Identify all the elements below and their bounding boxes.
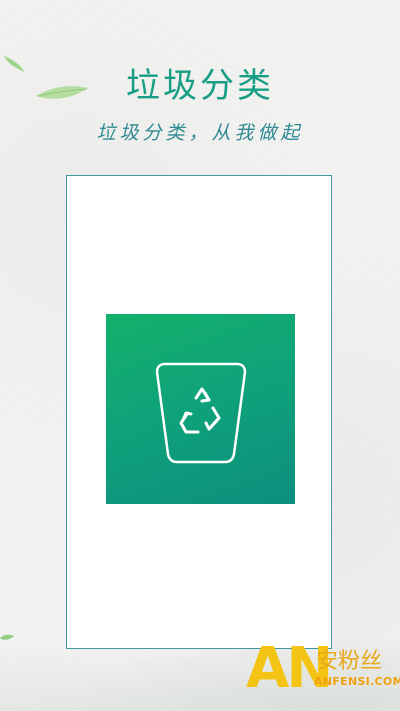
watermark-site-name: 安粉丝 xyxy=(316,649,383,674)
page-title: 垃圾分类 xyxy=(126,66,274,106)
watermark-domain: ANFENSI.COM xyxy=(314,675,400,688)
watermark-logo: AN 安粉丝 ANFENSI.COM xyxy=(246,641,400,703)
app-icon[interactable] xyxy=(106,314,295,504)
page-subtitle: 垃圾分类，从我做起 xyxy=(96,122,304,144)
recycle-bin-icon xyxy=(155,362,247,464)
